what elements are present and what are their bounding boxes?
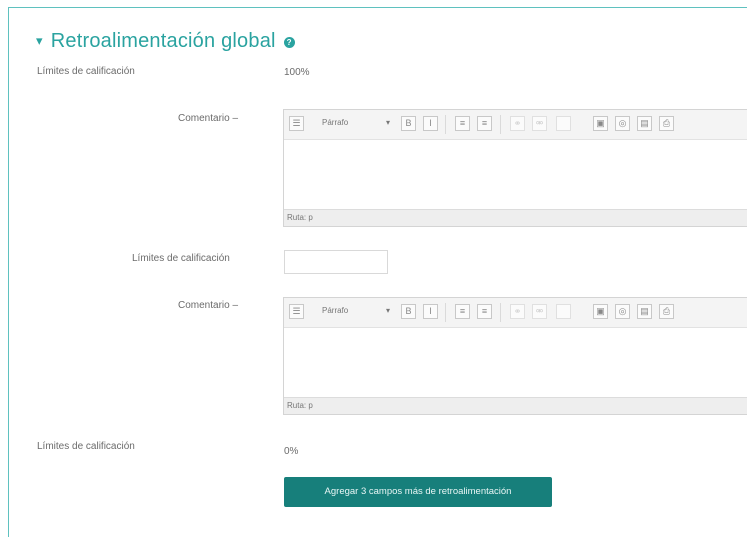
link-icon[interactable]: ⚭ bbox=[510, 304, 525, 319]
toolbar-separator bbox=[500, 115, 501, 134]
collapse-caret-icon[interactable]: ▾ bbox=[36, 33, 43, 48]
chevron-down-icon[interactable]: ▾ bbox=[386, 306, 390, 315]
media-icon[interactable]: ◎ bbox=[615, 304, 630, 319]
toolbar-separator bbox=[445, 115, 446, 134]
editor-toolbar: ☰ Párrafo ▾ B I ≡ ≡ ⚭ ⚮ ▣ ◎ ▤ ⎙ bbox=[284, 298, 747, 328]
numbered-list-icon[interactable]: ≡ bbox=[477, 116, 492, 131]
paragraph-select[interactable]: Párrafo bbox=[322, 118, 348, 127]
unlink-icon[interactable]: ⚮ bbox=[532, 304, 547, 319]
image-icon[interactable]: ▣ bbox=[593, 304, 608, 319]
toolbar-separator bbox=[445, 303, 446, 322]
image-icon[interactable]: ▣ bbox=[593, 116, 608, 131]
toolbar-separator bbox=[500, 303, 501, 322]
bullet-list-icon[interactable]: ≡ bbox=[455, 116, 470, 131]
grade-boundary-input[interactable] bbox=[284, 250, 388, 274]
editor-path: Ruta: p bbox=[284, 209, 747, 226]
bullet-list-icon[interactable]: ≡ bbox=[455, 304, 470, 319]
blank-button[interactable] bbox=[556, 304, 571, 319]
record-icon[interactable]: ⎙ bbox=[659, 304, 674, 319]
paragraph-select[interactable]: Párrafo bbox=[322, 306, 348, 315]
add-feedback-fields-button[interactable]: Agregar 3 campos más de retroalimentació… bbox=[284, 477, 552, 507]
media-icon[interactable]: ◎ bbox=[615, 116, 630, 131]
grade-boundary-label-1: Límites de calificación bbox=[37, 66, 135, 77]
editor-path: Ruta: p bbox=[284, 397, 747, 414]
grade-boundary-label-2: Límites de calificación bbox=[132, 253, 230, 264]
show-more-icon[interactable]: ☰ bbox=[289, 304, 304, 319]
italic-icon[interactable]: I bbox=[423, 116, 438, 131]
show-more-icon[interactable]: ☰ bbox=[289, 116, 304, 131]
grade-boundary-value-3: 0% bbox=[284, 446, 299, 457]
grade-boundary-value-1: 100% bbox=[284, 67, 310, 78]
comment-label-1: Comentario – bbox=[178, 113, 239, 124]
link-icon[interactable]: ⚭ bbox=[510, 116, 525, 131]
manage-files-icon[interactable]: ▤ bbox=[637, 116, 652, 131]
grade-boundary-label-3: Límites de calificación bbox=[37, 441, 135, 452]
section-title: Retroalimentación global bbox=[50, 30, 276, 52]
chevron-down-icon[interactable]: ▾ bbox=[386, 118, 390, 127]
comment-label-2: Comentario – bbox=[178, 300, 239, 311]
unlink-icon[interactable]: ⚮ bbox=[532, 116, 547, 131]
bold-icon[interactable]: B bbox=[401, 116, 416, 131]
blank-button[interactable] bbox=[556, 116, 571, 131]
numbered-list-icon[interactable]: ≡ bbox=[477, 304, 492, 319]
feedback-editor-2[interactable]: ☰ Párrafo ▾ B I ≡ ≡ ⚭ ⚮ ▣ ◎ ▤ ⎙ Ruta: p bbox=[283, 297, 747, 415]
italic-icon[interactable]: I bbox=[423, 304, 438, 319]
section-header[interactable]: ▾ Retroalimentación global? bbox=[36, 30, 295, 53]
bold-icon[interactable]: B bbox=[401, 304, 416, 319]
manage-files-icon[interactable]: ▤ bbox=[637, 304, 652, 319]
editor-toolbar: ☰ Párrafo ▾ B I ≡ ≡ ⚭ ⚮ ▣ ◎ ▤ ⎙ bbox=[284, 110, 747, 140]
help-icon[interactable]: ? bbox=[283, 37, 295, 48]
record-icon[interactable]: ⎙ bbox=[659, 116, 674, 131]
feedback-editor-1[interactable]: ☰ Párrafo ▾ B I ≡ ≡ ⚭ ⚮ ▣ ◎ ▤ ⎙ Ruta: p bbox=[283, 109, 747, 227]
